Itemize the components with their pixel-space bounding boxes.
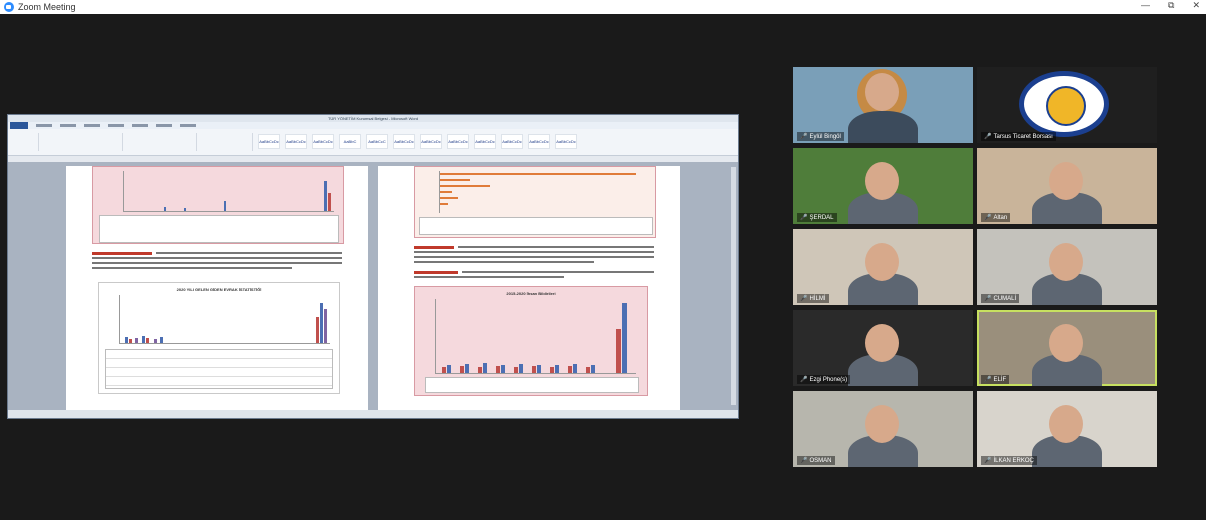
style-preset: AaBbCcDc xyxy=(528,134,550,149)
participant-name-label: 🎤 İLKAN ERKOÇ xyxy=(981,456,1037,465)
participant-name-label: 🎤 Ezgi Phone(s) xyxy=(797,375,851,384)
left-top-chart xyxy=(92,166,344,244)
participant-name-label: 🎤 CUMALİ xyxy=(981,294,1020,303)
style-preset: AaBbCcDc xyxy=(285,134,307,149)
title-bar: Zoom Meeting — ⧉ ✕ xyxy=(0,0,1206,14)
muted-mic-icon: 🎤 xyxy=(800,134,808,140)
word-status-bar xyxy=(8,410,738,418)
participant-face xyxy=(865,162,899,200)
participant-video-tile[interactable]: 🎤 Eylül Bingöl xyxy=(793,67,973,143)
participant-video-tile[interactable]: 🎤 Tarsus Ticaret Borsası xyxy=(977,67,1157,143)
participant-name: İLKAN ERKOÇ xyxy=(993,458,1034,464)
participant-video-tile[interactable]: 🎤 İLKAN ERKOÇ xyxy=(977,391,1157,467)
participant-name: Tarsus Ticaret Borsası xyxy=(993,134,1053,140)
zoom-logo-icon xyxy=(4,2,14,12)
participant-video-tile[interactable]: 🎤 CUMALİ xyxy=(977,229,1157,305)
participant-name: CUMALİ xyxy=(993,296,1017,302)
muted-mic-icon: 🎤 xyxy=(984,296,992,302)
participant-name-label: 🎤 ELİF xyxy=(981,375,1010,384)
participant-face xyxy=(1049,162,1083,200)
muted-mic-icon: 🎤 xyxy=(984,215,992,221)
window-controls: — ⧉ ✕ xyxy=(1141,0,1200,11)
style-preset: AaBbCcDc xyxy=(393,134,415,149)
style-preset: AaBbCcDc xyxy=(501,134,523,149)
muted-mic-icon: 🎤 xyxy=(984,134,992,140)
right-chart-title: 2015-2020 İhsan Bildirileri xyxy=(506,291,556,296)
left-chart-title: 2020 YILI GELEN GİDEN EVRAK İSTATİSTİĞİ xyxy=(176,287,262,292)
document-page-left: 2020 YILI GELEN GİDEN EVRAK İSTATİSTİĞİ xyxy=(66,166,368,410)
style-preset: AaBbCcDc xyxy=(447,134,469,149)
word-ribbon-tabs xyxy=(8,122,738,129)
style-preset: AaBbC xyxy=(339,134,361,149)
word-title-bar: TÜR YÖNETİM Kurumsal Belgesi - Microsoft… xyxy=(8,115,738,122)
participant-name: HİLMİ xyxy=(809,296,826,302)
style-preset: AaBbCcDc xyxy=(312,134,334,149)
participant-video-tile[interactable]: 🎤 Altan xyxy=(977,148,1157,224)
participant-body xyxy=(848,111,918,143)
participant-face xyxy=(1049,243,1083,281)
left-bottom-chart: 2020 YILI GELEN GİDEN EVRAK İSTATİSTİĞİ xyxy=(98,282,340,394)
participant-name-label: 🎤 Tarsus Ticaret Borsası xyxy=(981,132,1056,141)
participant-name: Ezgi Phone(s) xyxy=(809,377,848,383)
style-preset: AaBbCcDc xyxy=(258,134,280,149)
participant-name-label: 🎤 Altan xyxy=(981,213,1011,222)
window-title: Zoom Meeting xyxy=(18,2,76,12)
right-top-chart xyxy=(414,166,656,238)
close-button[interactable]: ✕ xyxy=(1192,0,1200,11)
muted-mic-icon: 🎤 xyxy=(800,377,808,383)
restore-button[interactable]: ⧉ xyxy=(1168,0,1174,11)
participant-name: ŞERDAL xyxy=(809,215,834,221)
style-preset: AaBbCcDc xyxy=(555,134,577,149)
participant-face xyxy=(865,324,899,362)
style-preset: AaBbCcC xyxy=(366,134,388,149)
participant-video-tile[interactable]: 🎤 HİLMİ xyxy=(793,229,973,305)
style-preset: AaBbCcDc xyxy=(420,134,442,149)
participant-face xyxy=(865,243,899,281)
participant-name: Altan xyxy=(993,215,1008,221)
participant-face xyxy=(865,73,899,111)
participant-name-label: 🎤 Eylül Bingöl xyxy=(797,132,844,141)
muted-mic-icon: 🎤 xyxy=(984,377,992,383)
muted-mic-icon: 🎤 xyxy=(800,458,808,464)
participant-face xyxy=(865,405,899,443)
participant-name: OSMAN xyxy=(809,458,832,464)
participant-name: ELİF xyxy=(993,377,1007,383)
muted-mic-icon: 🎤 xyxy=(984,458,992,464)
document-scrollbar[interactable] xyxy=(731,167,736,405)
document-area: 2020 YILI GELEN GİDEN EVRAK İSTATİSTİĞİ xyxy=(8,162,738,410)
document-page-right: 2015-2020 İhsan Bildirileri xyxy=(378,166,680,410)
tarsus-borsa-logo-icon xyxy=(1019,71,1109,137)
word-style-gallery: AaBbCcDc AaBbCcDc AaBbCcDc AaBbC AaBbCcC AaBb… xyxy=(258,134,577,149)
participant-name-label: 🎤 ŞERDAL xyxy=(797,213,837,222)
participant-face xyxy=(1049,405,1083,443)
participant-name: Eylül Bingöl xyxy=(809,134,841,140)
participant-video-tile[interactable]: 🎤 OSMAN xyxy=(793,391,973,467)
word-file-tab xyxy=(10,122,28,129)
participant-video-tile[interactable]: 🎤 ELİF xyxy=(977,310,1157,386)
participant-video-tile[interactable]: 🎤 ŞERDAL xyxy=(793,148,973,224)
participant-video-tile[interactable]: 🎤 Ezgi Phone(s) xyxy=(793,310,973,386)
muted-mic-icon: 🎤 xyxy=(800,296,808,302)
shared-screen[interactable]: TÜR YÖNETİM Kurumsal Belgesi - Microsoft… xyxy=(7,114,739,419)
word-ribbon: AaBbCcDc AaBbCcDc AaBbCcDc AaBbC AaBbCcC AaBb… xyxy=(8,129,738,156)
right-bottom-chart: 2015-2020 İhsan Bildirileri xyxy=(414,286,648,396)
participant-face xyxy=(1049,324,1083,362)
muted-mic-icon: 🎤 xyxy=(800,215,808,221)
participant-name-label: 🎤 OSMAN xyxy=(797,456,835,465)
minimize-button[interactable]: — xyxy=(1141,0,1150,11)
participant-name-label: 🎤 HİLMİ xyxy=(797,294,829,303)
style-preset: AaBbCcDc xyxy=(474,134,496,149)
